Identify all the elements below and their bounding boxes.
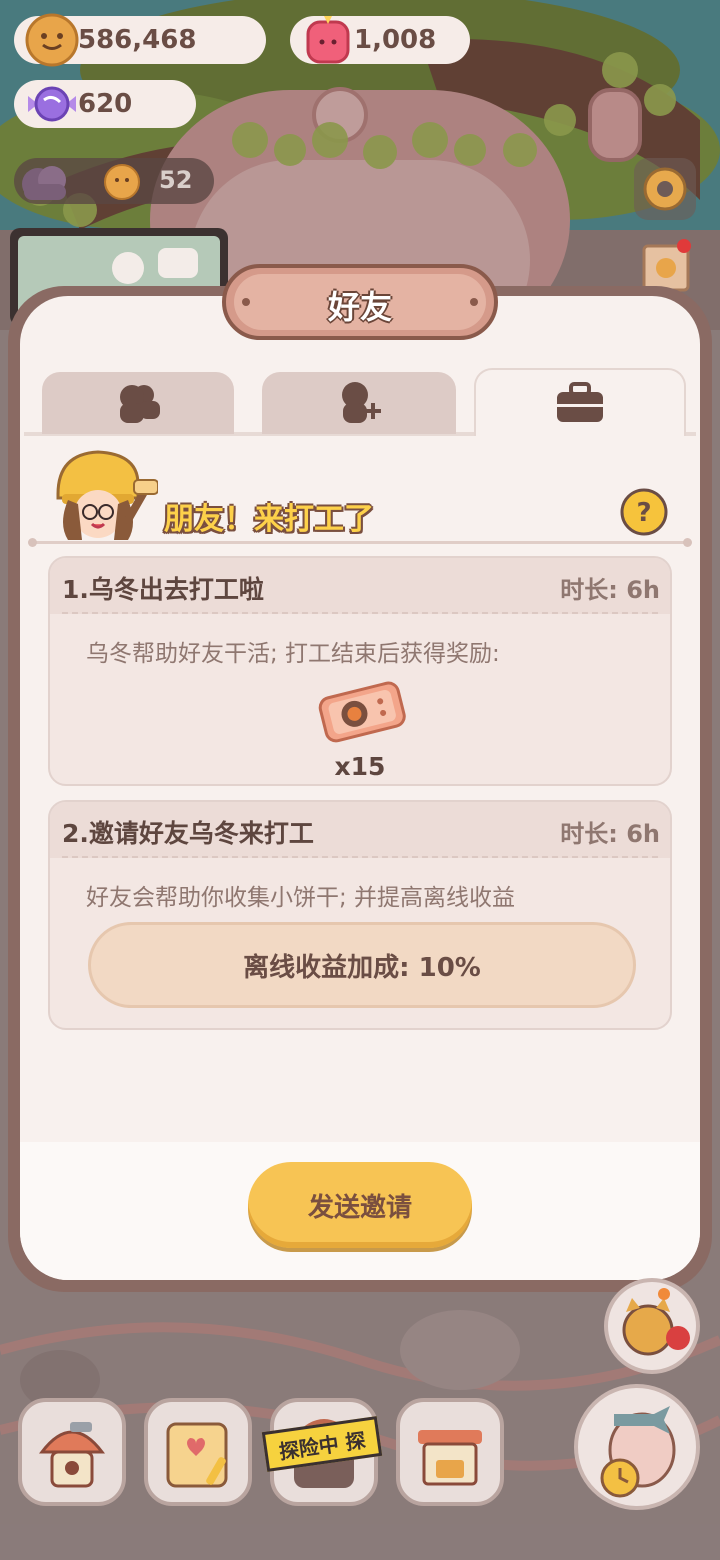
jelly-gem-icon <box>306 16 350 64</box>
svg-text:?: ? <box>636 498 651 528</box>
nav-home-button[interactable] <box>18 1398 126 1506</box>
offline-bonus-badge: 离线收益加成: 10% <box>88 922 636 1008</box>
gem-counter: 1,008 <box>290 16 470 64</box>
card-header: 1.乌冬出去打工啦 时长: 6h <box>50 558 670 614</box>
card-description: 好友会帮助你收集小饼干; 并提高离线收益 <box>86 885 516 911</box>
fish-alarm-button[interactable] <box>574 1384 700 1510</box>
tab-add-friend[interactable] <box>262 372 456 434</box>
modal-title: 好友 <box>327 288 392 326</box>
card-duration: 时长: 6h <box>560 576 660 604</box>
work-out-card: 1.乌冬出去打工啦 时长: 6h 乌冬帮助好友干活; 打工结束后获得奖励: x1… <box>48 556 672 786</box>
reward-count: x15 <box>334 752 386 781</box>
card-title: 2.邀请好友乌冬来打工 <box>62 819 314 848</box>
gem-count: 1,008 <box>354 25 437 55</box>
fish-alarm-icon <box>600 1406 676 1498</box>
mushroom-house-icon <box>38 1422 106 1488</box>
tab-work[interactable] <box>474 368 686 436</box>
friends-icon <box>120 385 160 423</box>
shop-stall-icon <box>418 1430 482 1486</box>
help-icon[interactable]: ? <box>620 488 668 536</box>
card-duration: 时长: 6h <box>560 820 660 848</box>
cookie-count: 586,468 <box>78 25 197 55</box>
card-title: 1.乌冬出去打工啦 <box>62 575 264 604</box>
modal-title-plate: 好友 <box>222 260 498 344</box>
cat-event-button[interactable] <box>604 1278 700 1374</box>
cookie-counter: 586,468 <box>14 13 266 67</box>
send-invite-button[interactable]: 发送邀请 <box>248 1162 472 1248</box>
invite-card: 2.邀请好友乌冬来打工 时长: 6h 好友会帮助你收集小饼干; 并提高离线收益 … <box>48 800 672 1030</box>
worker-girl-character <box>56 450 158 540</box>
candy-count: 620 <box>78 89 133 119</box>
ticket-icon <box>318 681 406 743</box>
cookie-icon <box>25 13 79 67</box>
section-divider <box>28 538 692 547</box>
nav-journal-button[interactable] <box>144 1398 252 1506</box>
candy-icon <box>28 86 76 122</box>
settings-gear-icon[interactable] <box>634 158 696 220</box>
friends-cloud-icon <box>22 166 66 200</box>
card-header: 2.邀请好友乌冬来打工 时长: 6h <box>50 802 670 858</box>
candy-counter: 620 <box>14 80 196 128</box>
friends-modal <box>8 286 712 1292</box>
cookie-character-icon <box>104 164 140 200</box>
tab-friends[interactable] <box>42 372 234 434</box>
card-description: 乌冬帮助好友干活; 打工结束后获得奖励: <box>86 641 500 667</box>
cat-character-icon <box>622 1288 690 1356</box>
friend-count: 52 <box>159 166 193 194</box>
notebook-icon <box>166 1422 228 1488</box>
briefcase-icon <box>557 382 603 422</box>
friend-status-bar[interactable]: 52 <box>14 158 214 204</box>
add-friend-icon <box>342 382 381 423</box>
work-headline: 朋友！来打工了 <box>164 502 374 537</box>
nav-shop-button[interactable] <box>396 1398 504 1506</box>
